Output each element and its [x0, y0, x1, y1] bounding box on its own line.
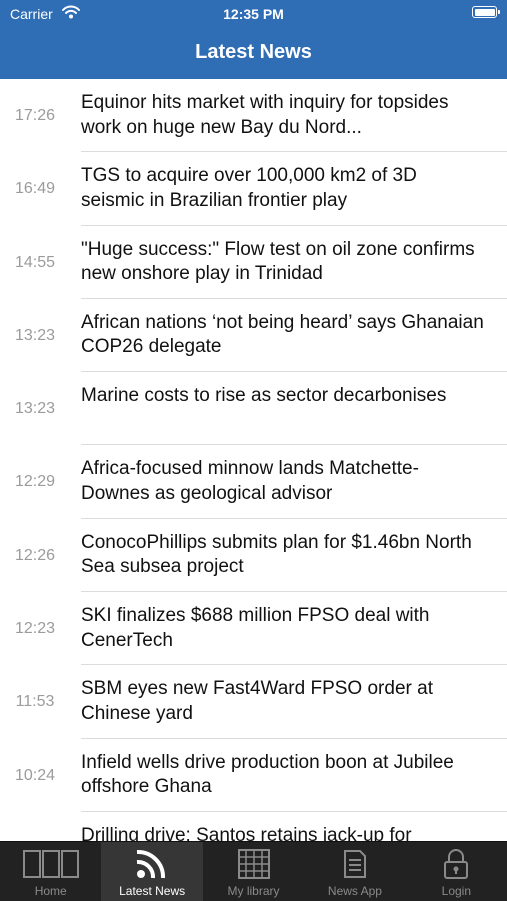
news-item[interactable]: 12:26 ConocoPhillips submits plan for $1…: [0, 519, 507, 593]
tab-label: Home: [34, 884, 67, 898]
battery-icon: [472, 6, 500, 18]
tab-label: Latest News: [119, 884, 186, 898]
news-time: 17:26: [14, 107, 56, 124]
news-item[interactable]: 17:26 Equinor hits market with inquiry f…: [0, 79, 507, 153]
tab-bar: Home Latest News My library News App Log…: [0, 841, 507, 901]
news-time: 12:29: [14, 473, 56, 491]
tab-label: My library: [227, 884, 280, 898]
news-headline: SKI finalizes $688 million FPSO deal wit…: [81, 605, 430, 651]
news-headline: SBM eyes new Fast4Ward FPSO order at Chi…: [81, 678, 433, 724]
news-list[interactable]: 17:26 Equinor hits market with inquiry f…: [0, 79, 507, 841]
news-time: 10:24: [14, 766, 56, 784]
news-headline: ConocoPhillips submits plan for $1.46bn …: [81, 531, 472, 578]
library-icon: [237, 849, 270, 879]
tab-label: News App: [327, 884, 382, 898]
news-headline: "Huge success:" Flow test on oil zone co…: [81, 238, 475, 285]
news-item[interactable]: 13:23 African nations ‘not being heard’ …: [0, 299, 507, 373]
tab-home[interactable]: Home: [0, 842, 101, 901]
news-headline: Marine costs to rise as sector decarboni…: [81, 385, 447, 407]
header: Carrier 12:35 PM Latest News: [0, 0, 507, 79]
news-item[interactable]: 11:53 SBM eyes new Fast4Ward FPSO order …: [0, 665, 507, 739]
news-headline: Drilling drive: Santos retains jack-up f…: [81, 824, 412, 841]
lock-icon: [444, 849, 469, 879]
news-item[interactable]: 12:23 SKI finalizes $688 million FPSO de…: [0, 592, 507, 666]
news-headline: Infield wells drive production boon at J…: [81, 751, 454, 798]
news-time: 13:23: [14, 326, 56, 344]
clock: 12:35 PM: [223, 6, 284, 22]
news-headline: Equinor hits market with inquiry for top…: [81, 92, 449, 138]
news-item[interactable]: 10:24 Infield wells drive production boo…: [0, 739, 507, 812]
newspaper-icon: [343, 850, 366, 878]
news-item[interactable]: 16:49 TGS to acquire over 100,000 km2 of…: [0, 152, 507, 226]
home-icon: [22, 850, 79, 878]
news-item[interactable]: Drilling drive: Santos retains jack-up f…: [0, 812, 507, 841]
news-time: 14:55: [14, 253, 56, 271]
news-time: 11:53: [15, 693, 55, 711]
status-bar: Carrier 12:35 PM: [0, 0, 507, 28]
rss-icon: [136, 849, 166, 879]
tab-label: Login: [441, 884, 472, 898]
news-time: 13:23: [14, 400, 56, 418]
tab-news-app[interactable]: News App: [304, 842, 405, 901]
news-headline: African nations ‘not being heard’ says G…: [81, 311, 484, 358]
news-item[interactable]: 13:23 Marine costs to rise as sector dec…: [0, 372, 507, 446]
tab-my-library[interactable]: My library: [203, 842, 304, 901]
news-time: 16:49: [14, 180, 56, 198]
news-item[interactable]: 12:29 Africa-focused minnow lands Matche…: [0, 445, 507, 519]
news-time: [0, 812, 70, 841]
tab-login[interactable]: Login: [406, 842, 507, 901]
news-headline: TGS to acquire over 100,000 km2 of 3D se…: [81, 165, 417, 211]
news-headline: Africa-focused minnow lands Matchette-Do…: [81, 458, 419, 504]
news-time: 12:23: [14, 620, 56, 638]
tab-latest-news[interactable]: Latest News: [101, 842, 203, 901]
news-time: 12:26: [14, 546, 56, 564]
news-item[interactable]: 14:55 "Huge success:" Flow test on oil z…: [0, 226, 507, 299]
page-title: Latest News: [195, 41, 312, 63]
